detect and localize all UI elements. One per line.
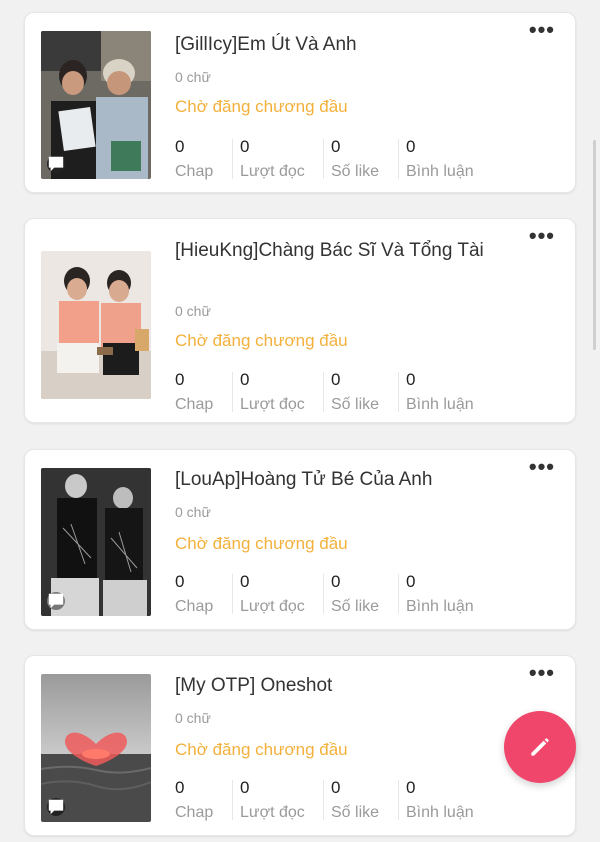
stat-value: 0 <box>175 778 185 797</box>
stat-comments: 0 Bình luận <box>398 572 496 618</box>
stat-chap: 0 Chap <box>175 370 240 416</box>
stat-comments: 0 Bình luận <box>398 137 496 183</box>
stat-chap: 0 Chap <box>175 572 240 618</box>
stat-label: Chap <box>175 598 214 615</box>
story-status: Chờ đăng chương đầu <box>175 97 348 116</box>
more-options-icon[interactable]: ••• <box>529 662 555 684</box>
stat-likes: 0 Số like <box>323 572 406 618</box>
story-cover-image[interactable] <box>41 251 151 399</box>
word-count: 0 chữ <box>175 303 211 319</box>
stat-value: 0 <box>175 572 185 591</box>
stat-label: Lượt đọc <box>240 396 305 413</box>
stat-reads: 0 Lượt đọc <box>232 370 331 416</box>
more-options-icon[interactable]: ••• <box>529 19 555 41</box>
pencil-icon <box>531 738 549 756</box>
comment-icon <box>47 155 65 173</box>
stat-value: 0 <box>331 572 341 591</box>
stat-likes: 0 Số like <box>323 778 406 824</box>
stat-label: Chap <box>175 804 214 821</box>
story-card[interactable]: [GillIcy]Em Út Và Anh ••• 0 chữ Chờ đăng… <box>24 12 576 193</box>
stat-comments: 0 Bình luận <box>398 370 496 416</box>
word-count: 0 chữ <box>175 504 211 520</box>
stat-label: Bình luận <box>406 804 474 821</box>
story-cover-image[interactable] <box>41 674 151 822</box>
more-options-icon[interactable]: ••• <box>529 225 555 247</box>
stat-label: Lượt đọc <box>240 598 305 615</box>
stat-chap: 0 Chap <box>175 778 240 824</box>
stat-value: 0 <box>240 778 250 797</box>
stat-reads: 0 Lượt đọc <box>232 778 331 824</box>
stat-value: 0 <box>406 572 416 591</box>
stat-label: Bình luận <box>406 396 474 413</box>
stat-reads: 0 Lượt đọc <box>232 572 331 618</box>
story-title[interactable]: [HieuKng]Chàng Bác Sĩ Và Tổng Tài <box>175 237 505 265</box>
scrollbar[interactable] <box>593 140 596 350</box>
stat-label: Số like <box>331 804 380 821</box>
story-title[interactable]: [GillIcy]Em Út Và Anh <box>175 31 505 59</box>
stat-value: 0 <box>240 137 250 156</box>
story-card[interactable]: [My OTP] Oneshot ••• 0 chữ Chờ đăng chươ… <box>24 655 576 836</box>
stat-reads: 0 Lượt đọc <box>232 137 331 183</box>
stat-label: Chap <box>175 163 214 180</box>
stat-label: Số like <box>331 163 380 180</box>
comment-icon <box>47 798 65 816</box>
stat-label: Chap <box>175 396 214 413</box>
stat-label: Bình luận <box>406 598 474 615</box>
story-title[interactable]: [LouAp]Hoàng Tử Bé Của Anh <box>175 466 505 494</box>
stat-likes: 0 Số like <box>323 370 406 416</box>
stat-comments: 0 Bình luận <box>398 778 496 824</box>
stat-value: 0 <box>406 370 416 389</box>
stat-value: 0 <box>240 370 250 389</box>
story-stats: 0 Chap 0 Lượt đọc 0 Số like 0 Bình luận <box>175 572 496 618</box>
story-stats: 0 Chap 0 Lượt đọc 0 Số like 0 Bình luận <box>175 137 496 183</box>
story-stats: 0 Chap 0 Lượt đọc 0 Số like 0 Bình luận <box>175 778 496 824</box>
stat-value: 0 <box>331 137 341 156</box>
stat-chap: 0 Chap <box>175 137 240 183</box>
story-status: Chờ đăng chương đầu <box>175 534 348 553</box>
story-stats: 0 Chap 0 Lượt đọc 0 Số like 0 Bình luận <box>175 370 496 416</box>
stat-value: 0 <box>406 137 416 156</box>
stat-value: 0 <box>406 778 416 797</box>
stat-value: 0 <box>331 370 341 389</box>
stat-likes: 0 Số like <box>323 137 406 183</box>
story-cover-image[interactable] <box>41 468 151 616</box>
story-card[interactable]: [HieuKng]Chàng Bác Sĩ Và Tổng Tài ••• 0 … <box>24 218 576 423</box>
stat-label: Bình luận <box>406 163 474 180</box>
stat-value: 0 <box>331 778 341 797</box>
story-title[interactable]: [My OTP] Oneshot <box>175 672 505 700</box>
stat-label: Số like <box>331 598 380 615</box>
word-count: 0 chữ <box>175 69 211 85</box>
comment-icon <box>47 592 65 610</box>
stat-label: Lượt đọc <box>240 163 305 180</box>
stat-value: 0 <box>240 572 250 591</box>
story-status: Chờ đăng chương đầu <box>175 331 348 350</box>
word-count: 0 chữ <box>175 710 211 726</box>
stat-label: Số like <box>331 396 380 413</box>
story-status: Chờ đăng chương đầu <box>175 740 348 759</box>
stat-label: Lượt đọc <box>240 804 305 821</box>
more-options-icon[interactable]: ••• <box>529 456 555 478</box>
stat-value: 0 <box>175 137 185 156</box>
write-story-button[interactable] <box>504 711 576 783</box>
story-cover-image[interactable] <box>41 31 151 179</box>
story-card[interactable]: [LouAp]Hoàng Tử Bé Của Anh ••• 0 chữ Chờ… <box>24 449 576 630</box>
stat-value: 0 <box>175 370 185 389</box>
